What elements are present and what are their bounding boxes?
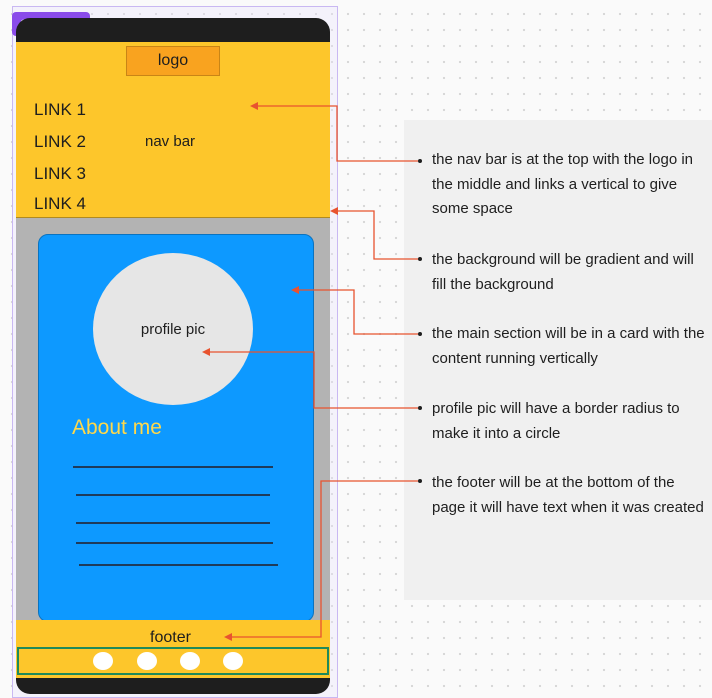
connector-profile-pic bbox=[202, 348, 418, 409]
bullet bbox=[418, 479, 422, 483]
bullet bbox=[418, 257, 422, 261]
bullet bbox=[418, 332, 422, 336]
connector-navbar bbox=[250, 102, 418, 162]
connector-footer bbox=[224, 480, 418, 641]
connector-card bbox=[291, 286, 418, 335]
connector-arrows bbox=[202, 102, 422, 641]
connector-background bbox=[330, 207, 418, 260]
bullet bbox=[418, 406, 422, 410]
bullet bbox=[418, 159, 422, 163]
